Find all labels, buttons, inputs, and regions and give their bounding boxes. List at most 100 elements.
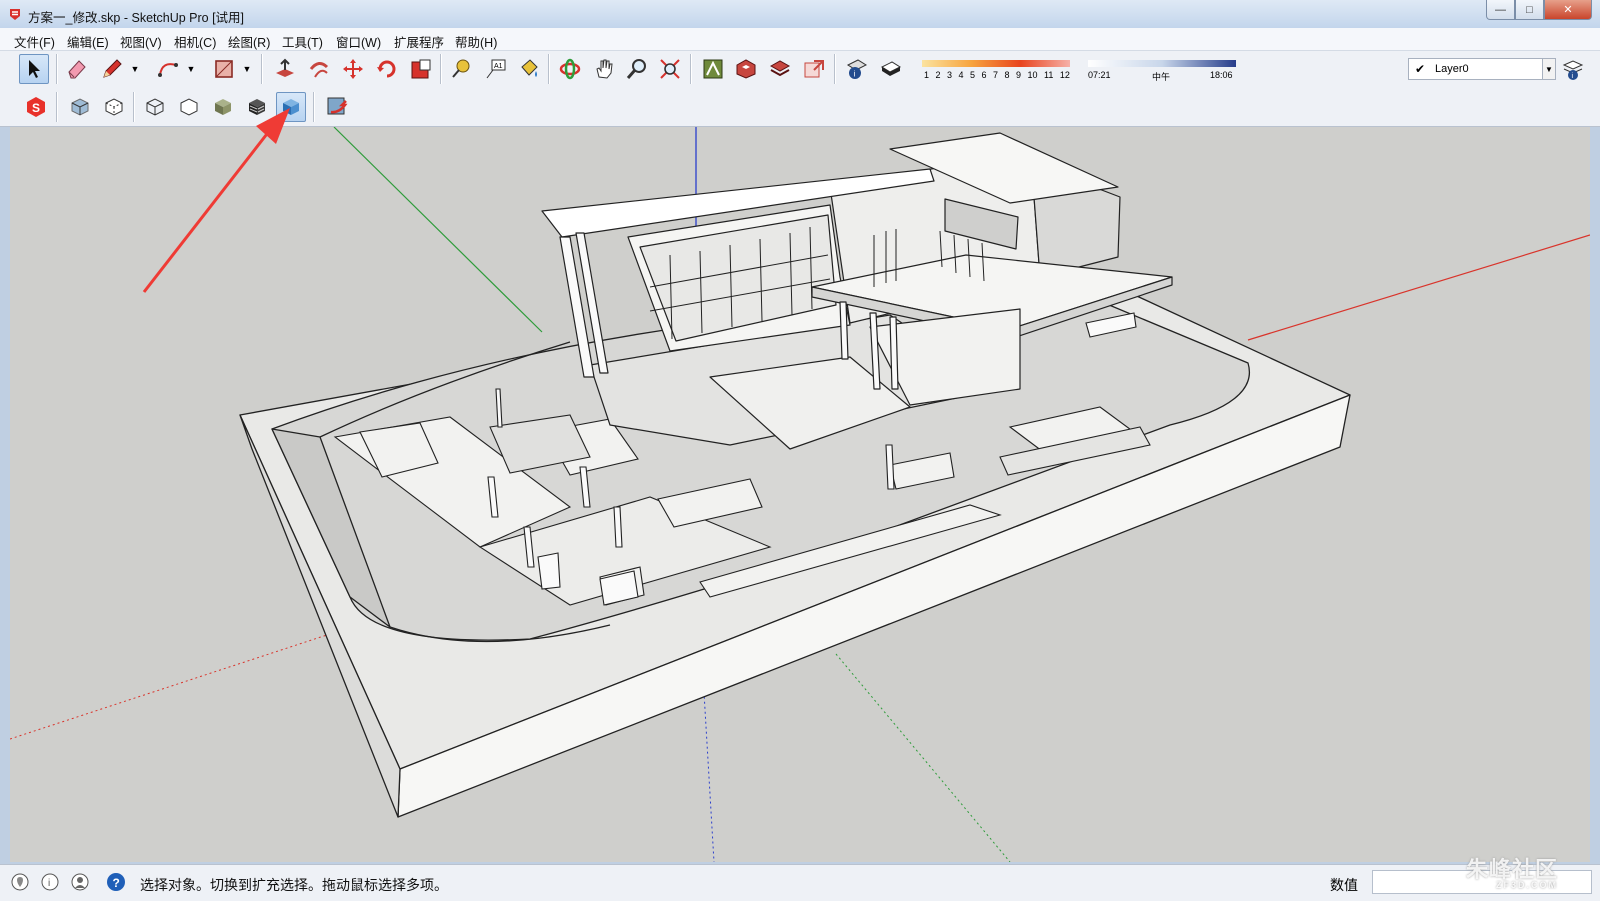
update-style-button[interactable] [322, 92, 352, 122]
layer-name: Layer0 [1435, 63, 1469, 75]
arc-tool-button[interactable] [153, 54, 183, 84]
zoom-extents-tool-button[interactable] [655, 54, 685, 84]
back-edges-style-button[interactable] [99, 92, 129, 122]
monochrome-style-button[interactable] [276, 92, 306, 122]
back-edges-cube-icon [105, 98, 123, 116]
model-viewport[interactable] [10, 127, 1590, 862]
hand-icon [596, 59, 613, 79]
eraser-tool-button[interactable] [62, 54, 92, 84]
menu-window[interactable]: 窗口(W) [336, 32, 381, 51]
toolbar-divider [548, 54, 550, 84]
sketchup-button[interactable]: S [21, 92, 51, 122]
chevron-down-icon[interactable]: ▼ [186, 59, 196, 79]
move-tool-button[interactable] [338, 54, 368, 84]
axis-green [333, 127, 543, 333]
checkmark-icon: ✔ [1415, 62, 1426, 76]
axis-red [1247, 234, 1590, 341]
axis-green-neg [835, 653, 1011, 862]
window-title: 方案一_修改.skp - SketchUp Pro [试用] [28, 11, 245, 25]
close-button[interactable]: ✕ [1544, 0, 1592, 20]
follow-me-icon [309, 62, 329, 78]
toolbar-divider [313, 92, 315, 122]
orbit-tool-button[interactable] [555, 54, 585, 84]
layers-info-icon: i [1562, 60, 1584, 80]
credits-info-icon[interactable]: i [40, 872, 60, 892]
text-tool-button[interactable]: A1 [480, 54, 510, 84]
toolbar-divider [56, 54, 58, 84]
hidden-line-style-button[interactable] [174, 92, 204, 122]
send-to-layout-icon [804, 60, 824, 78]
hidden-line-cube-icon [180, 98, 198, 116]
help-question-icon[interactable]: ? [106, 872, 126, 892]
layer-select[interactable]: ✔ Layer0 [1408, 58, 1554, 80]
arc-icon [158, 63, 178, 77]
shadow-month-slider[interactable]: 1 2 3 4 5 6 7 8 9 10 11 12 [922, 56, 1070, 86]
chevron-down-icon[interactable]: ▼ [1542, 58, 1556, 80]
toolbar-divider [440, 54, 442, 84]
zoom-tool-button[interactable] [622, 54, 652, 84]
menu-edit[interactable]: 编辑(E) [67, 32, 109, 51]
scale-tool-button[interactable] [406, 54, 436, 84]
shaded-textures-style-button[interactable] [242, 92, 272, 122]
menu-tools[interactable]: 工具(T) [282, 32, 323, 51]
send-to-layout-button[interactable] [799, 54, 829, 84]
toolbar-divider [690, 54, 692, 84]
menu-camera[interactable]: 相机(C) [174, 32, 216, 51]
geo-location-icon[interactable] [10, 872, 30, 892]
svg-text:i: i [854, 70, 856, 79]
menu-file[interactable]: 文件(F) [14, 32, 55, 51]
user-account-icon[interactable] [70, 872, 90, 892]
textured-cube-icon [249, 99, 265, 115]
axis-red-neg [10, 631, 337, 740]
pencil-tool-button[interactable] [97, 54, 127, 84]
chevron-down-icon[interactable]: ▼ [242, 59, 252, 79]
chevron-down-icon[interactable]: ▼ [130, 59, 140, 79]
xray-style-button[interactable] [65, 92, 95, 122]
watermark-text: 朱峰社区 [1466, 857, 1559, 882]
shadow-time-slider[interactable]: 07:21 中午 18:06 [1088, 56, 1236, 86]
rotate-tool-button[interactable] [372, 54, 402, 84]
menu-view[interactable]: 视图(V) [120, 32, 162, 51]
magnifier-icon [626, 59, 646, 79]
maximize-button[interactable]: □ [1515, 0, 1544, 20]
menu-draw[interactable]: 绘图(R) [228, 32, 270, 51]
month-gradient [922, 60, 1070, 67]
month-scale: 1 2 3 4 5 6 7 8 9 10 11 12 [924, 70, 1070, 80]
move-icon [343, 59, 363, 79]
shadows-toggle-button[interactable] [876, 54, 906, 84]
select-arrow-icon [29, 60, 40, 78]
layer-manager-button[interactable]: i [1558, 54, 1588, 84]
select-tool-button[interactable] [19, 54, 49, 84]
zoom-extents-icon [660, 59, 680, 79]
svg-text:S: S [32, 101, 40, 115]
shaded-style-button[interactable] [208, 92, 238, 122]
shadow-toggle-icon [880, 61, 902, 76]
menu-extensions[interactable]: 扩展程序 [394, 32, 444, 51]
minimize-button[interactable]: — [1486, 0, 1515, 20]
layout-button[interactable] [765, 54, 795, 84]
site-watermark: 朱峰社区 ZF3D.COM [1466, 852, 1558, 890]
toolbar-divider [261, 54, 263, 84]
offset-tool-button[interactable] [304, 54, 334, 84]
orbit-icon [559, 58, 581, 80]
extension-warehouse-button[interactable] [731, 54, 761, 84]
xray-cube-icon [71, 98, 89, 116]
status-message: 选择对象。切换到扩充选择。拖动鼠标选择多项。 [140, 877, 448, 893]
push-pull-tool-button[interactable] [270, 54, 300, 84]
menu-help[interactable]: 帮助(H) [455, 32, 497, 51]
rectangle-tool-button[interactable] [209, 54, 239, 84]
lamp-5 [613, 506, 623, 548]
3d-warehouse-button[interactable] [698, 54, 728, 84]
toolbar-divider [834, 54, 836, 84]
tape-measure-tool-button[interactable] [446, 54, 476, 84]
pan-tool-button[interactable] [589, 54, 619, 84]
svg-text:A1: A1 [494, 63, 503, 70]
paint-bucket-tool-button[interactable] [514, 54, 544, 84]
layout-icon [769, 60, 791, 77]
bench-2 [537, 552, 561, 590]
scale-icon [411, 59, 431, 79]
extension-icon [736, 59, 756, 79]
shadow-settings-button[interactable]: i [842, 54, 872, 84]
eraser-icon [68, 60, 86, 79]
wireframe-style-button[interactable] [140, 92, 170, 122]
